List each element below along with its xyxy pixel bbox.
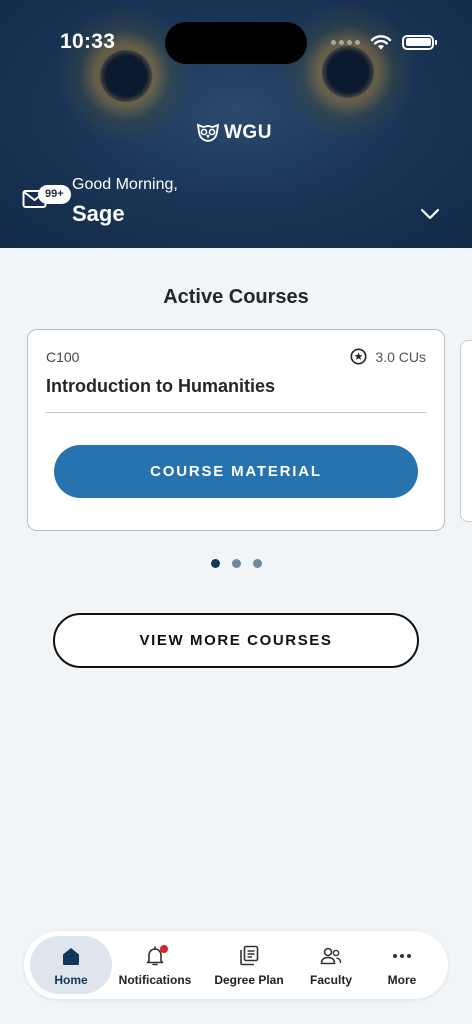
degree-plan-icon xyxy=(240,945,259,965)
pagination-dot-3[interactable] xyxy=(252,559,262,568)
course-material-button[interactable]: COURSE MATERIAL xyxy=(54,445,418,498)
battery-icon xyxy=(402,34,437,50)
nav-faculty-label: Faculty xyxy=(309,972,352,987)
header-banner: 10:33 WGU 99+ Good Morning, Sage xyxy=(0,0,472,248)
divider xyxy=(46,412,426,413)
credits-label: 3.0 CUs xyxy=(375,348,426,365)
logo-text: WGU xyxy=(224,122,272,143)
user-name: Sage xyxy=(72,201,125,226)
greeting-text: Good Morning, xyxy=(72,176,178,193)
course-credits: 3.0 CUs xyxy=(350,348,426,365)
star-badge-icon xyxy=(350,348,367,365)
owl-eye-right xyxy=(322,46,374,98)
home-icon xyxy=(63,947,79,965)
nav-faculty[interactable]: Faculty xyxy=(300,936,362,994)
wifi-icon xyxy=(370,35,392,50)
carousel-pagination xyxy=(0,559,472,568)
nav-degree-plan-label: Degree Plan xyxy=(214,972,284,987)
dynamic-island xyxy=(165,22,307,64)
pagination-dot-2[interactable] xyxy=(231,559,241,568)
nav-more[interactable]: More xyxy=(362,936,442,994)
owl-logo-icon xyxy=(196,123,220,142)
nav-notifications-label: Notifications xyxy=(118,972,192,987)
status-time: 10:33 xyxy=(60,30,116,53)
next-course-card-peek[interactable] xyxy=(460,340,472,522)
view-more-courses-button[interactable]: VIEW MORE COURSES xyxy=(53,613,419,668)
course-code: C100 xyxy=(46,349,80,365)
bottom-nav: Home Notifications Degree Plan Faculty M… xyxy=(24,931,448,999)
notification-dot xyxy=(160,945,168,953)
nav-notifications[interactable]: Notifications xyxy=(112,936,198,994)
faculty-icon xyxy=(320,947,342,964)
nav-home-label: Home xyxy=(54,972,88,987)
course-card[interactable]: C100 3.0 CUs Introduction to Humanities … xyxy=(27,329,445,531)
more-dots-icon xyxy=(393,953,411,958)
nav-home[interactable]: Home xyxy=(30,936,112,994)
owl-eye-left xyxy=(100,50,152,102)
nav-degree-plan[interactable]: Degree Plan xyxy=(198,936,300,994)
mail-count-badge: 99+ xyxy=(38,185,71,204)
wgu-logo: WGU xyxy=(196,122,272,144)
pagination-dot-1[interactable] xyxy=(210,559,220,568)
cellular-signal-icon xyxy=(331,39,360,45)
status-icons xyxy=(331,34,437,50)
active-courses-title: Active Courses xyxy=(163,286,309,308)
chevron-down-icon[interactable] xyxy=(420,207,440,221)
nav-more-label: More xyxy=(387,972,417,987)
course-title: Introduction to Humanities xyxy=(46,376,275,396)
